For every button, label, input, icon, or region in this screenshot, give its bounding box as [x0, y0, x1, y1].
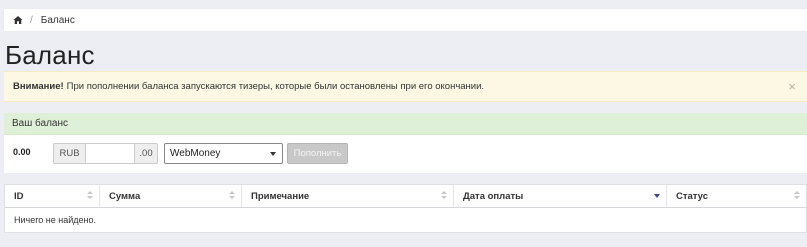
panel-heading: Ваш баланс	[4, 113, 807, 135]
alert-text: При пополнении баланса запускаются тизер…	[66, 81, 485, 92]
breadcrumb: / Баланс	[4, 9, 807, 31]
sort-icon	[794, 191, 800, 201]
sort-icon	[441, 191, 447, 201]
column-header-status[interactable]: Статус	[667, 185, 806, 207]
payment-method-select[interactable]: WebMoney	[164, 143, 283, 164]
balance-value: 0.00	[13, 147, 31, 157]
empty-message: Ничего не найдено.	[14, 215, 97, 225]
home-icon[interactable]	[13, 15, 23, 25]
close-icon[interactable]: ×	[788, 80, 796, 93]
page-title: Баланс	[5, 40, 95, 70]
balance-panel: Ваш баланс 0.00 RUB .00 WebMoney Пополни…	[4, 113, 807, 173]
column-header-note[interactable]: Примечание	[242, 185, 454, 207]
payments-table: ID Сумма Примечание Дата оплаты Статус Н…	[4, 184, 807, 233]
column-header-amount[interactable]: Сумма	[100, 185, 242, 207]
column-header-payment-date[interactable]: Дата оплаты	[454, 185, 667, 207]
alert-strong: Внимание!	[13, 81, 64, 92]
cents-addon: .00	[134, 143, 158, 164]
amount-input-group: RUB .00	[53, 143, 158, 164]
sort-desc-icon	[654, 191, 660, 201]
sort-icon	[229, 191, 235, 201]
table-empty-row: Ничего не найдено.	[5, 208, 806, 232]
chevron-down-icon	[270, 152, 276, 156]
column-header-id[interactable]: ID	[5, 185, 100, 207]
currency-addon: RUB	[53, 143, 86, 164]
table-header: ID Сумма Примечание Дата оплаты Статус	[5, 185, 806, 208]
sort-icon	[87, 191, 93, 201]
warning-alert: Внимание! При пополнении баланса запуска…	[4, 71, 807, 102]
top-up-button[interactable]: Пополнить	[287, 143, 348, 164]
amount-input[interactable]	[86, 143, 134, 164]
breadcrumb-current: Баланс	[40, 14, 75, 26]
payment-method-value: WebMoney	[170, 148, 221, 159]
breadcrumb-separator: /	[30, 14, 33, 26]
